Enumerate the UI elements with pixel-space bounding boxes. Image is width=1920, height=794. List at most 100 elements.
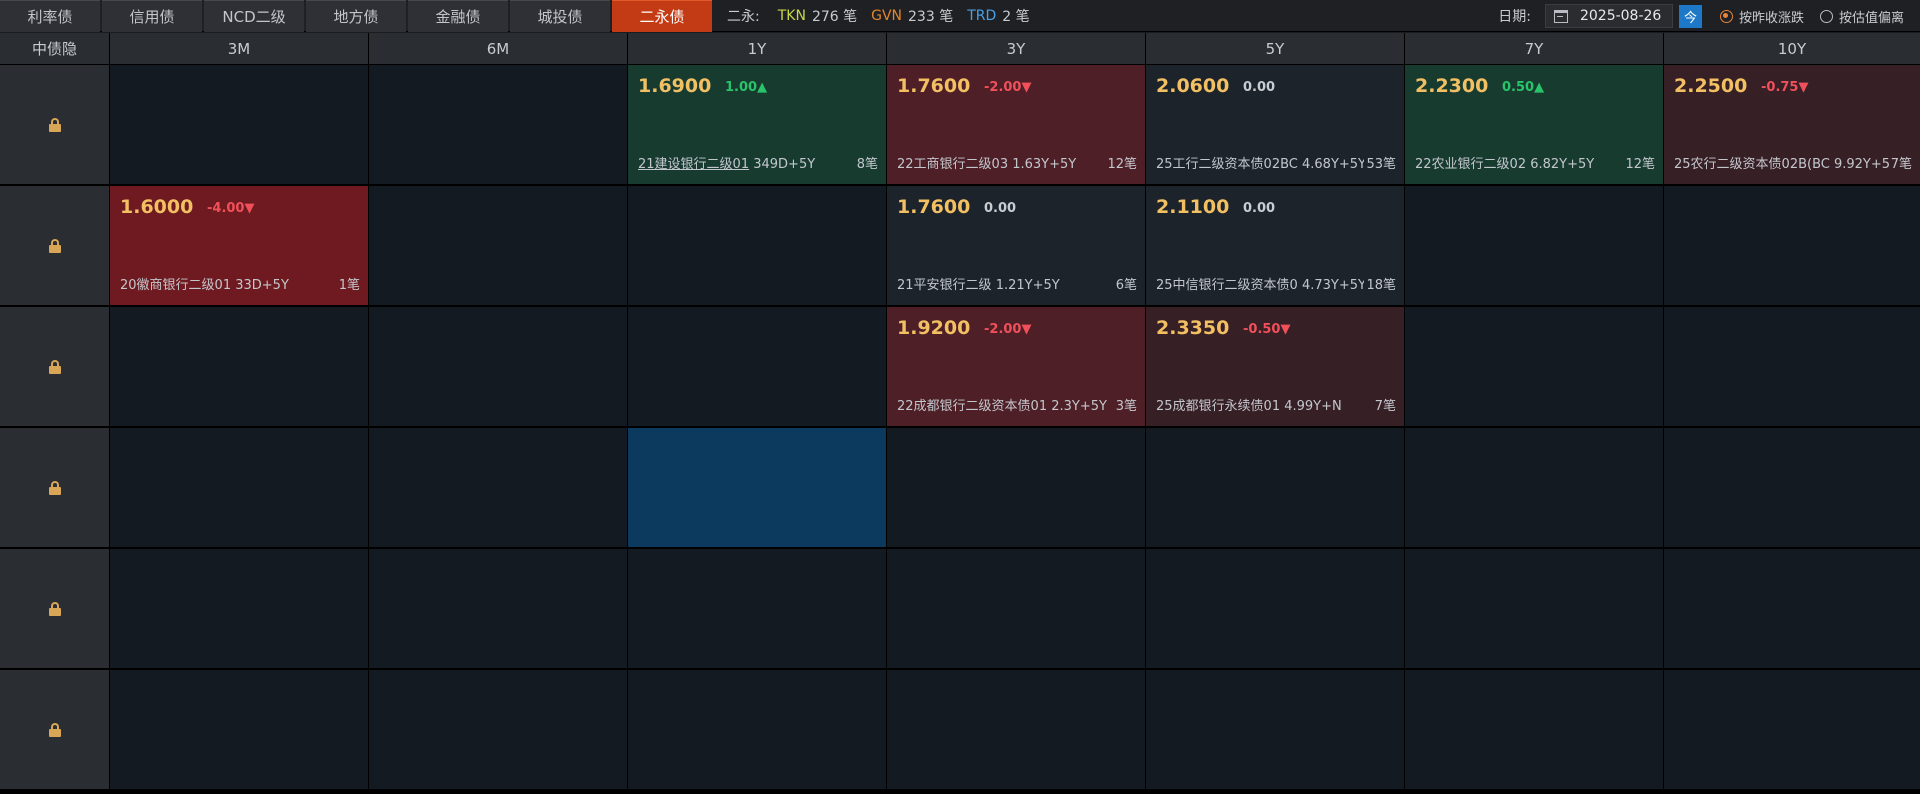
quote-price: 1.7600 [897, 196, 971, 218]
trd-label: TRD [967, 8, 997, 24]
quote-cell[interactable] [110, 307, 368, 426]
quote-price: 2.2300 [1415, 75, 1489, 97]
date-controls: 日期: 2025-08-26 今 按昨收涨跌 按估值偏离 [1498, 0, 1920, 32]
column-header-3Y[interactable]: 3Y [887, 33, 1145, 64]
top-toolbar: 利率债 信用债 NCD二级 地方债 金融债 城投债 二永债 二永: TKN 276 笔 GV… [0, 0, 1920, 32]
quote-cell[interactable]: 1.6000 -4.00▼ 20徽商银行二级01 33D+5Y 1笔 [110, 186, 368, 305]
quote-change: -0.50▼ [1243, 322, 1291, 337]
quote-change: -4.00▼ [207, 201, 255, 216]
tab-5[interactable]: 城投债 [510, 0, 610, 32]
column-header-7Y[interactable]: 7Y [1405, 33, 1663, 64]
bond-name: 22成都银行二级资本债01 [897, 399, 1048, 414]
tab-3[interactable]: 地方债 [306, 0, 406, 32]
row-lock[interactable] [0, 428, 109, 547]
quote-cell[interactable] [628, 670, 886, 789]
quote-cell[interactable]: 1.6900 1.00▲ 21建设银行二级01 349D+5Y 8笔 [628, 65, 886, 184]
quote-cell[interactable] [1664, 428, 1920, 547]
quote-price: 1.6900 [638, 75, 712, 97]
quote-cell[interactable] [369, 186, 627, 305]
column-header-3M[interactable]: 3M [110, 33, 368, 64]
quote-cell[interactable] [110, 65, 368, 184]
trade-count: 8笔 [854, 153, 878, 172]
quote-cell[interactable] [110, 549, 368, 668]
quote-cell[interactable] [628, 549, 886, 668]
row-lock[interactable] [0, 65, 109, 184]
quote-cell[interactable] [1146, 670, 1404, 789]
bond-term: 1.21Y+5Y [995, 278, 1060, 293]
quote-change: 0.50▲ [1502, 80, 1545, 95]
quote-cell[interactable] [628, 428, 886, 547]
date-value: 2025-08-26 [1579, 8, 1662, 24]
quote-cell[interactable] [1146, 549, 1404, 668]
bond-info: 25工行二级资本债02BC 4.68Y+5Y [1156, 153, 1366, 172]
tab-4[interactable]: 金融债 [408, 0, 508, 32]
today-button[interactable]: 今 [1678, 4, 1702, 28]
stats-label: 二永: [727, 9, 760, 25]
bond-name[interactable]: 21建设银行二级01 [638, 157, 749, 172]
column-header-1Y[interactable]: 1Y [628, 33, 886, 64]
tab-2[interactable]: NCD二级 [204, 0, 304, 32]
quote-cell[interactable]: 2.2300 0.50▲ 22农业银行二级02 6.82Y+5Y 12笔 [1405, 65, 1663, 184]
quote-cell[interactable] [887, 670, 1145, 789]
bond-info: 25中信银行二级资本债0 4.73Y+5Y [1156, 274, 1366, 293]
quote-change: 0.00 [1243, 80, 1276, 95]
trade-count: 12笔 [1105, 153, 1137, 172]
row-lock[interactable] [0, 307, 109, 426]
quote-cell[interactable] [1664, 549, 1920, 668]
row-lock[interactable] [0, 186, 109, 305]
tab-6[interactable]: 二永债 [612, 0, 712, 32]
gvn-label: GVN [871, 8, 903, 24]
quote-cell[interactable]: 2.1100 0.00 25中信银行二级资本债0 4.73Y+5Y 18笔 [1146, 186, 1404, 305]
gvn-count: 233 笔 [908, 9, 954, 25]
quote-cell[interactable]: 2.3350 -0.50▼ 25成都银行永续债01 4.99Y+N 7笔 [1146, 307, 1404, 426]
quote-cell[interactable] [628, 307, 886, 426]
quote-cell[interactable] [887, 428, 1145, 547]
quote-cell[interactable] [369, 428, 627, 547]
radio-option-1[interactable]: 按估值偏离 [1819, 7, 1904, 26]
bond-name: 22工商银行二级03 [897, 157, 1009, 172]
lock-icon [48, 722, 61, 737]
tkn-label: TKN [777, 8, 806, 24]
quote-cell[interactable] [1405, 670, 1663, 789]
tab-1[interactable]: 信用债 [102, 0, 202, 32]
quote-cell[interactable] [110, 670, 368, 789]
column-header-10Y[interactable]: 10Y [1664, 33, 1920, 64]
quote-cell[interactable] [110, 428, 368, 547]
bond-name: 25农行二级资本债02B(BC [1674, 157, 1830, 172]
quote-cell[interactable] [628, 186, 886, 305]
quote-price: 2.1100 [1156, 196, 1230, 218]
quote-price: 2.2500 [1674, 75, 1748, 97]
quote-cell[interactable] [369, 549, 627, 668]
quote-cell[interactable]: 2.2500 -0.75▼ 25农行二级资本债02B(BC 9.92Y+5Y 7笔 [1664, 65, 1920, 184]
bond-info: 25农行二级资本债02B(BC 9.92Y+5Y [1674, 153, 1898, 172]
quote-cell[interactable] [887, 549, 1145, 668]
quote-cell[interactable] [369, 307, 627, 426]
lock-icon [48, 117, 61, 132]
trade-count: 6笔 [1113, 274, 1137, 293]
tab-0[interactable]: 利率债 [0, 0, 100, 32]
quote-cell[interactable] [1405, 186, 1663, 305]
date-picker[interactable]: 2025-08-26 [1544, 4, 1673, 28]
quote-change: -2.00▼ [984, 322, 1032, 337]
column-header-5Y[interactable]: 5Y [1146, 33, 1404, 64]
quote-cell[interactable] [1405, 307, 1663, 426]
quote-price: 1.9200 [897, 317, 971, 339]
row-lock[interactable] [0, 670, 109, 789]
quote-cell[interactable]: 1.7600 0.00 21平安银行二级 1.21Y+5Y 6笔 [887, 186, 1145, 305]
quote-cell[interactable] [369, 65, 627, 184]
quote-cell[interactable] [1664, 307, 1920, 426]
row-lock[interactable] [0, 549, 109, 668]
quote-cell[interactable] [369, 670, 627, 789]
quote-cell[interactable] [1405, 549, 1663, 668]
bond-term: 4.99Y+N [1284, 399, 1342, 414]
radio-option-0[interactable]: 按昨收涨跌 [1719, 7, 1804, 26]
quote-cell[interactable] [1664, 186, 1920, 305]
quote-cell[interactable] [1664, 670, 1920, 789]
quote-cell[interactable] [1146, 428, 1404, 547]
quote-cell[interactable]: 1.9200 -2.00▼ 22成都银行二级资本债01 2.3Y+5Y 3笔 [887, 307, 1145, 426]
quote-cell[interactable] [1405, 428, 1663, 547]
quote-cell[interactable]: 2.0600 0.00 25工行二级资本债02BC 4.68Y+5Y 53笔 [1146, 65, 1404, 184]
column-header-6M[interactable]: 6M [369, 33, 627, 64]
trade-count: 53笔 [1364, 153, 1396, 172]
quote-cell[interactable]: 1.7600 -2.00▼ 22工商银行二级03 1.63Y+5Y 12笔 [887, 65, 1145, 184]
